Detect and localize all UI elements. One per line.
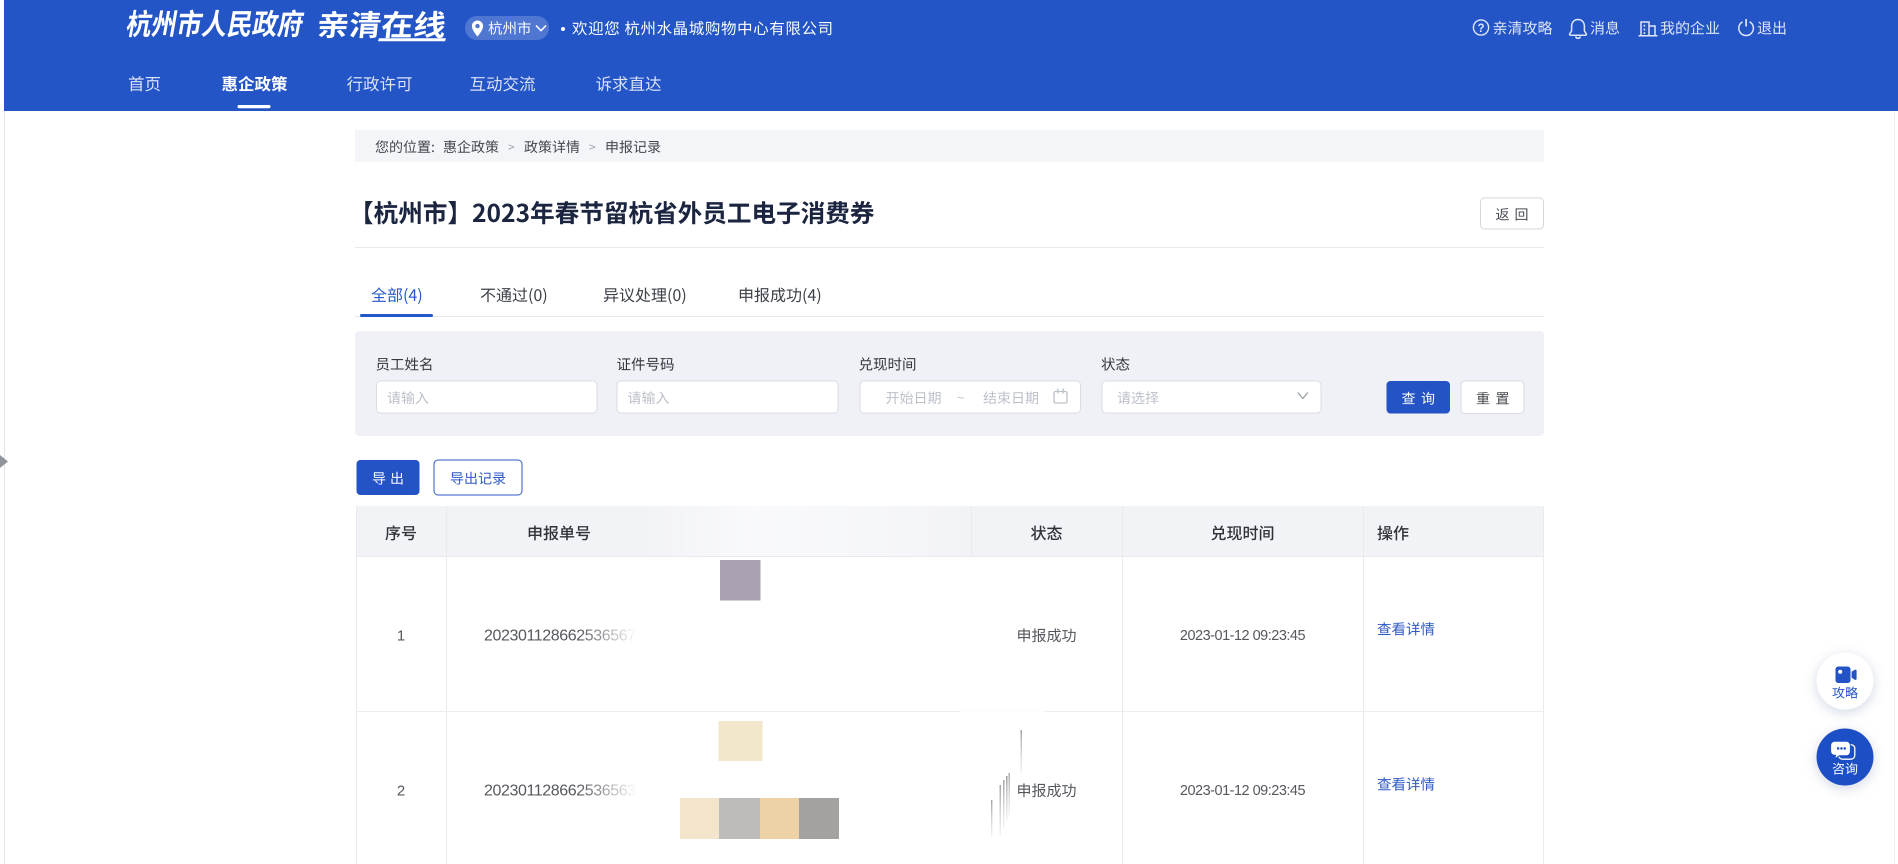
svg-text:2: 2 bbox=[397, 783, 405, 800]
svg-text:2023-01-12 09:23:45: 2023-01-12 09:23:45 bbox=[1180, 628, 1306, 644]
svg-text:?: ? bbox=[1477, 23, 1484, 35]
svg-text:2023-01-12 09:23:45: 2023-01-12 09:23:45 bbox=[1180, 783, 1306, 799]
svg-text:~: ~ bbox=[957, 390, 965, 405]
svg-text:1: 1 bbox=[397, 628, 405, 645]
